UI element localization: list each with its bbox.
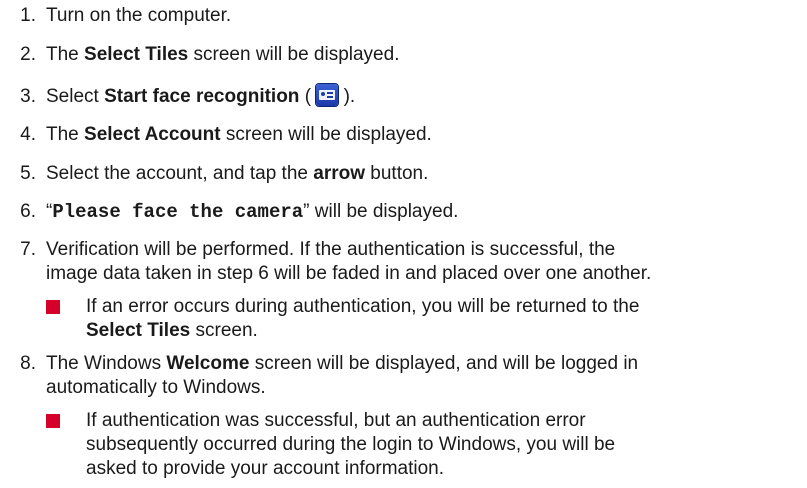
bullet-square	[46, 414, 60, 428]
step-text: Turn on the computer.	[46, 5, 232, 26]
step-text: Select the account, and tap the arrow bu…	[46, 163, 429, 184]
step-number: 1.	[20, 5, 36, 26]
step-number: 6.	[20, 201, 36, 222]
instruction-list: 1. Turn on the computer. 2. The Select T…	[0, 0, 807, 488]
step-text: The Select Tiles screen will be displaye…	[46, 44, 400, 65]
step-number: 8.	[20, 353, 36, 374]
screen-message: Please face the camera	[52, 201, 304, 223]
step-number: 5.	[20, 163, 36, 184]
step-number: 3.	[20, 86, 36, 107]
ui-term: Select Account	[84, 124, 221, 145]
ui-term: arrow	[313, 163, 365, 184]
ui-term: Welcome	[166, 353, 250, 374]
step-text: Verification will be performed. If the a…	[46, 239, 652, 284]
step-number: 2.	[20, 44, 36, 65]
ui-term: Start face recognition	[104, 86, 300, 107]
face-recognition-icon	[316, 83, 339, 106]
note-text: If authentication was successful, but an…	[86, 410, 616, 479]
step-text: The Select Account screen will be displa…	[46, 124, 432, 145]
step-text: “Please face the camera” will be display…	[46, 201, 459, 223]
ui-term: Select Tiles	[84, 44, 189, 65]
bullet-square	[46, 300, 60, 314]
step-number: 7.	[20, 239, 36, 260]
note-text: If an error occurs during authentication…	[86, 296, 640, 341]
step-text: The Windows Welcome screen will be displ…	[46, 353, 639, 398]
step-number: 4.	[20, 124, 36, 145]
step-text: Select Start face recognition ( ).	[46, 83, 800, 109]
ui-term: Select Tiles	[86, 320, 191, 341]
